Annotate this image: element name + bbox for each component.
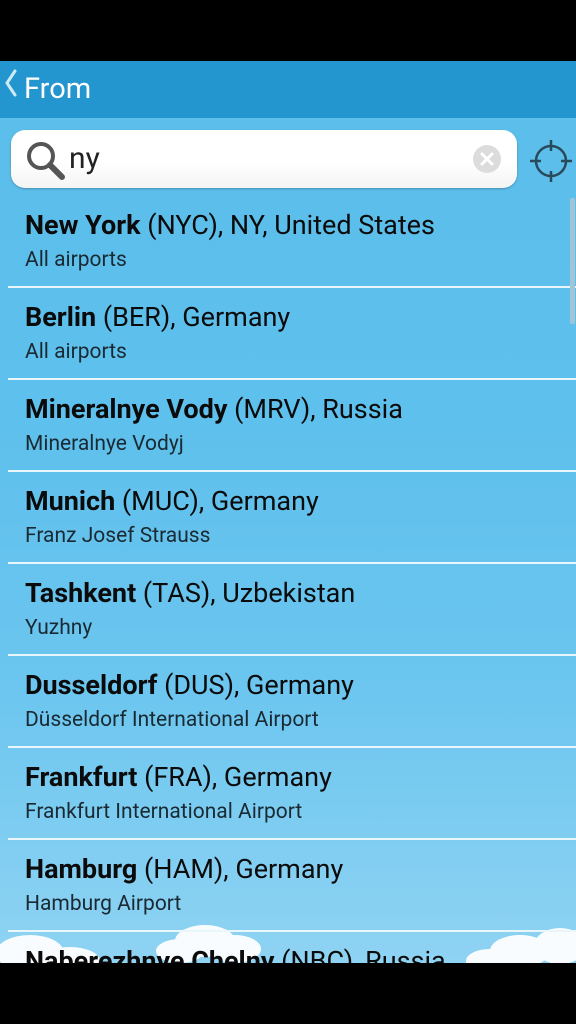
result-title: New York (NYC), NY, United States: [25, 209, 435, 241]
result-title: Berlin (BER), Germany: [25, 301, 291, 333]
action-bar: From: [0, 61, 576, 118]
list-item[interactable]: Naberezhnye Chelny (NBC), Russia: [8, 932, 576, 963]
result-subtitle: Frankfurt International Airport: [25, 800, 303, 824]
crosshair-icon[interactable]: [528, 138, 574, 184]
scrollbar[interactable]: [570, 198, 575, 324]
result-subtitle: Düsseldorf International Airport: [25, 708, 319, 732]
result-title: Tashkent (TAS), Uzbekistan: [25, 577, 356, 609]
result-subtitle: Franz Josef Strauss: [25, 524, 211, 548]
status-bar: [0, 0, 576, 61]
list-item[interactable]: Hamburg (HAM), Germany Hamburg Airport: [8, 840, 576, 932]
clear-icon[interactable]: [472, 144, 502, 174]
result-subtitle: Yuzhny: [25, 616, 93, 640]
list-item[interactable]: New York (NYC), NY, United States All ai…: [8, 196, 576, 288]
result-subtitle: Hamburg Airport: [25, 892, 182, 916]
navigation-bar: [0, 963, 576, 1024]
page-title: From: [24, 71, 92, 106]
result-title: Mineralnye Vody (MRV), Russia: [25, 393, 403, 425]
search-icon: [25, 140, 65, 184]
result-subtitle: Mineralnye Vodyj: [25, 432, 184, 456]
list-item[interactable]: Dusseldorf (DUS), Germany Düsseldorf Int…: [8, 656, 576, 748]
list-item[interactable]: Mineralnye Vody (MRV), Russia Mineralnye…: [8, 380, 576, 472]
search-input[interactable]: [69, 138, 469, 178]
results-list: New York (NYC), NY, United States All ai…: [0, 196, 576, 963]
search-box: [11, 130, 517, 188]
result-title: Naberezhnye Chelny (NBC), Russia: [25, 945, 446, 963]
list-item[interactable]: Frankfurt (FRA), Germany Frankfurt Inter…: [8, 748, 576, 840]
result-subtitle: All airports: [25, 340, 127, 364]
list-item[interactable]: Berlin (BER), Germany All airports: [8, 288, 576, 380]
result-subtitle: All airports: [25, 248, 127, 272]
chevron-left-icon: [0, 61, 22, 118]
back-button[interactable]: From: [0, 61, 91, 118]
result-title: Dusseldorf (DUS), Germany: [25, 669, 354, 701]
app-screen: From ny New York (NYC), NY, United State…: [0, 61, 576, 963]
list-item[interactable]: Tashkent (TAS), Uzbekistan Yuzhny: [8, 564, 576, 656]
result-title: Munich (MUC), Germany: [25, 485, 319, 517]
result-title: Hamburg (HAM), Germany: [25, 853, 344, 885]
list-item[interactable]: Munich (MUC), Germany Franz Josef Straus…: [8, 472, 576, 564]
result-title: Frankfurt (FRA), Germany: [25, 761, 332, 793]
